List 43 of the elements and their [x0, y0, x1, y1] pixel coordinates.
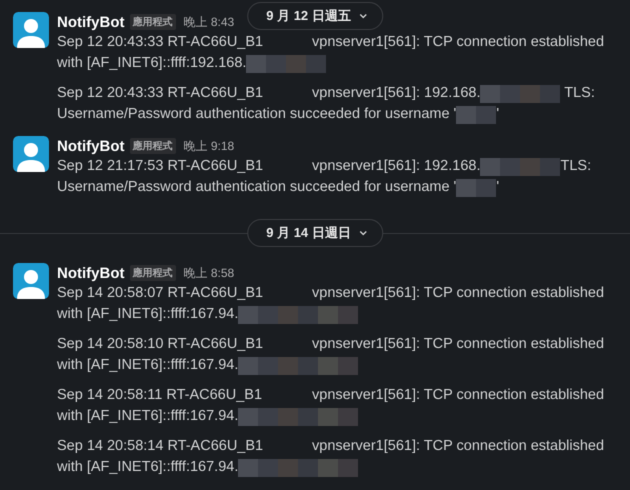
- avatar-icon[interactable]: [13, 263, 49, 299]
- log-text: ': [496, 178, 500, 197]
- log-text: vpnserver1[561]: TCP connection established: [312, 386, 604, 405]
- log-source: Sep 12 20:43:33 RT-AC66U_B1: [57, 84, 264, 103]
- avatar-icon[interactable]: [13, 12, 49, 48]
- log-text: with [AF_INET6]::ffff:192.168.: [57, 54, 246, 73]
- log-source: Sep 14 20:58:14 RT-AC66U_B1: [57, 437, 264, 456]
- log-text: vpnserver1[561]: 192.168.: [312, 157, 480, 176]
- sender-name[interactable]: NotifyBot: [57, 264, 124, 282]
- log-text: with [AF_INET6]::ffff:167.94.: [57, 407, 238, 426]
- log-text: with [AF_INET6]::ffff:167.94.: [57, 356, 238, 375]
- log-text: with [AF_INET6]::ffff:167.94.: [57, 458, 238, 477]
- app-tag: 應用程式: [130, 138, 176, 154]
- log-text: vpnserver1[561]: TCP connection established: [312, 33, 604, 52]
- chevron-down-icon: [358, 230, 367, 236]
- message-time[interactable]: 晚上 8:43: [184, 14, 234, 30]
- log-text: Username/Password authentication succeeded for username ': [57, 105, 456, 124]
- sender-name[interactable]: NotifyBot: [57, 138, 124, 154]
- app-tag: 應用程式: [130, 265, 176, 281]
- log-source: Sep 12 20:43:33 RT-AC66U_B1: [57, 33, 264, 52]
- redaction-mosaic: [456, 178, 496, 196]
- avatar-icon[interactable]: [13, 136, 49, 172]
- log-text: vpnserver1[561]: TCP connection established: [312, 284, 604, 303]
- log-text: vpnserver1[561]: TCP connection established: [312, 335, 604, 354]
- log-source: Sep 14 20:58:11 RT-AC66U_B1: [57, 386, 264, 405]
- log-text: TLS:: [560, 157, 592, 176]
- log-source: Sep 12 21:17:53 RT-AC66U_B1: [57, 157, 264, 176]
- log-text: TLS:: [563, 84, 595, 103]
- message-time[interactable]: 晚上 8:58: [184, 264, 234, 282]
- log-text: Username/Password authentication succeeded for username ': [57, 178, 456, 197]
- date-pill[interactable]: 9 月 14 日週日: [247, 219, 383, 247]
- log-source: Sep 14 20:58:07 RT-AC66U_B1: [57, 284, 264, 303]
- sender-name[interactable]: NotifyBot: [57, 14, 124, 30]
- app-tag: 應用程式: [130, 14, 176, 30]
- log-text: ': [496, 105, 500, 124]
- log-text: vpnserver1[561]: 192.168.: [312, 84, 480, 103]
- log-source: Sep 14 20:58:10 RT-AC66U_B1: [57, 335, 264, 354]
- redaction-mosaic: [456, 106, 496, 124]
- date-pill[interactable]: 9 月 12 日週五: [247, 2, 383, 30]
- chevron-down-icon: [358, 13, 367, 19]
- message-time[interactable]: 晚上 9:18: [184, 138, 234, 154]
- log-text: with [AF_INET6]::ffff:167.94.: [57, 305, 238, 324]
- log-text: vpnserver1[561]: TCP connection established: [312, 437, 604, 456]
